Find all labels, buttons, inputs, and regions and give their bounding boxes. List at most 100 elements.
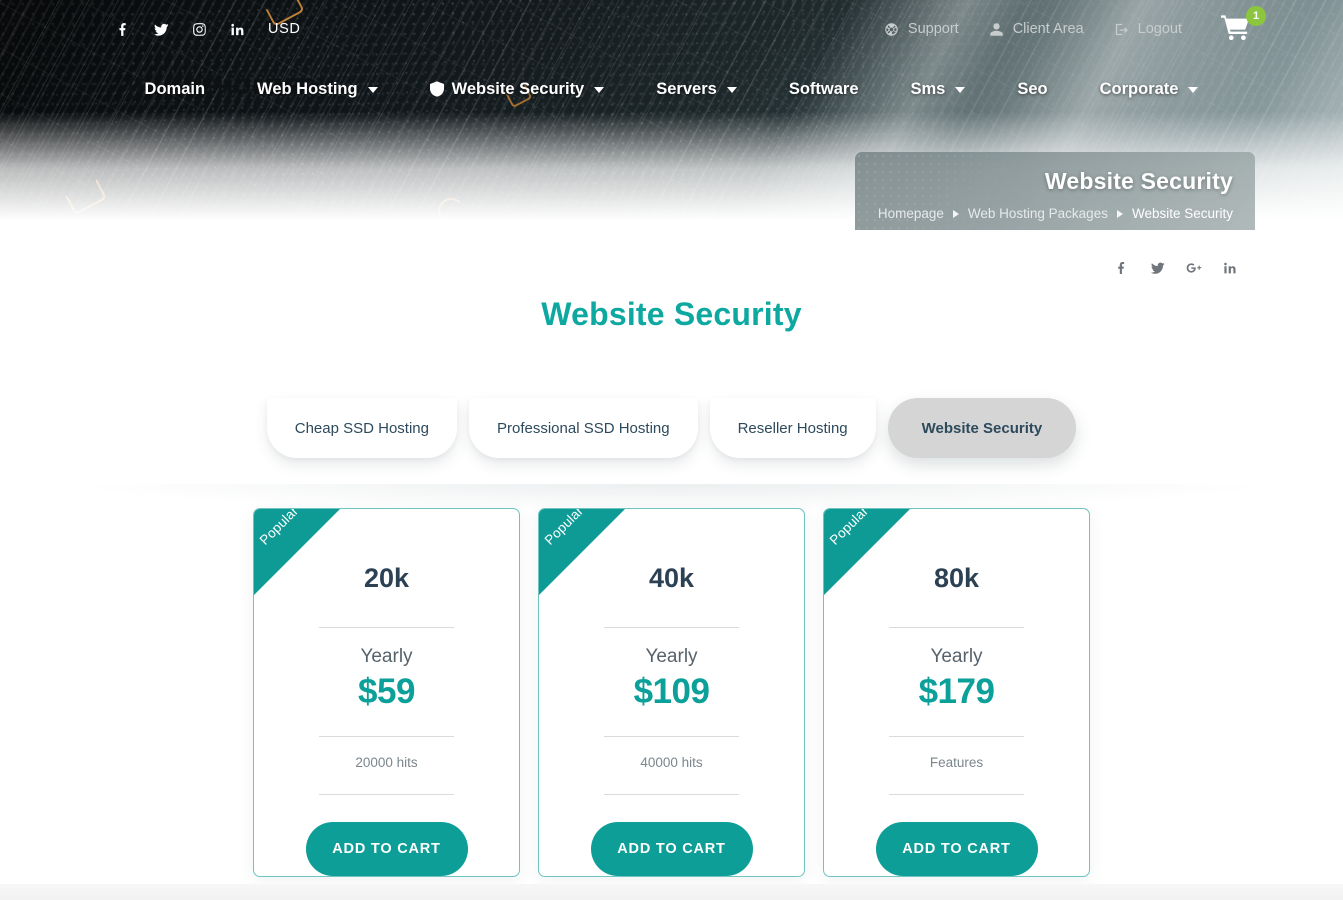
nav-label: Domain	[144, 79, 206, 98]
plan-period: Yearly	[645, 646, 698, 667]
pricing-card: Popular 80k Yearly $179 Features ADD TO …	[823, 508, 1090, 877]
chevron-down-icon	[726, 87, 737, 93]
breadcrumb-item-web-hosting-packages[interactable]: Web Hosting Packages	[968, 206, 1108, 221]
popular-ribbon: Popular	[254, 509, 340, 595]
tab-label: Website Security	[921, 419, 1043, 437]
breadcrumb-panel: Website Security Homepage Web Hosting Pa…	[855, 152, 1255, 230]
pricing-card: Popular 20k Yearly $59 20000 hits ADD TO…	[253, 508, 520, 877]
logout-icon	[1115, 23, 1128, 35]
top-links-group: Support Client Area Logout 1	[869, 6, 1266, 44]
nav-item-servers[interactable]: Servers	[630, 80, 763, 99]
facebook-icon[interactable]	[104, 14, 142, 44]
chevron-down-icon	[367, 87, 378, 93]
client-area-link[interactable]: Client Area	[974, 21, 1099, 37]
linkedin-share-icon[interactable]	[1212, 254, 1248, 282]
top-utility-bar: USD Support Client Area Logout 1	[0, 0, 1343, 58]
plan-price: $59	[358, 672, 415, 711]
card-divider	[604, 627, 739, 628]
card-divider	[604, 794, 739, 795]
page-title: Website Security	[541, 296, 802, 332]
nav-label: Website Security	[451, 79, 585, 98]
nav-label: Servers	[656, 79, 717, 98]
card-divider	[889, 627, 1024, 628]
social-links-group: USD	[104, 14, 300, 44]
hero-panel-title: Website Security	[1044, 168, 1233, 194]
section-divider	[86, 484, 1258, 510]
card-divider	[319, 794, 454, 795]
nav-label: Web Hosting	[257, 79, 358, 98]
plan-period: Yearly	[930, 646, 983, 667]
popular-ribbon: Popular	[539, 509, 625, 595]
chevron-down-icon	[1188, 87, 1199, 93]
popular-ribbon-label: Popular	[826, 509, 872, 548]
footer-strip	[0, 884, 1343, 900]
tab-reseller-hosting[interactable]: Reseller Hosting	[709, 398, 876, 458]
tab-label: Professional SSD Hosting	[497, 419, 670, 437]
instagram-icon[interactable]	[180, 14, 218, 44]
breadcrumb-item-current: Website Security	[1131, 206, 1233, 221]
hero-header: USD Support Client Area Logout 1 [PLACEH…	[0, 0, 1343, 230]
currency-selector[interactable]: USD	[268, 21, 300, 37]
nav-item-web-hosting[interactable]: Web Hosting	[231, 80, 404, 99]
plan-price: $179	[918, 672, 995, 711]
client-area-label: Client Area	[1012, 21, 1084, 37]
tab-professional-ssd-hosting[interactable]: Professional SSD Hosting	[469, 398, 698, 458]
logout-link[interactable]: Logout	[1099, 21, 1197, 37]
plan-quantity: 20k	[363, 563, 410, 593]
pricing-cards: Popular 20k Yearly $59 20000 hits ADD TO…	[0, 508, 1343, 877]
nav-item-sms[interactable]: Sms	[885, 80, 992, 99]
support-label: Support	[907, 21, 959, 37]
nav-item-seo[interactable]: Seo	[991, 80, 1073, 99]
linkedin-icon[interactable]	[218, 14, 256, 44]
card-divider	[889, 736, 1024, 737]
support-link[interactable]: Support	[869, 21, 974, 37]
nav-item-website-security[interactable]: Website Security	[404, 80, 631, 99]
plan-quantity: 80k	[933, 563, 980, 593]
tab-website-security[interactable]: Website Security	[887, 398, 1077, 458]
popular-ribbon: Popular	[824, 509, 910, 595]
plan-quantity: 40k	[648, 563, 695, 593]
plan-feature: Features	[929, 755, 984, 770]
nav-label: Sms	[910, 79, 946, 98]
lifebuoy-icon	[885, 22, 898, 36]
nav-item-software[interactable]: Software	[763, 80, 885, 99]
add-to-cart-button[interactable]: ADD TO CART	[305, 822, 468, 876]
nav-label: Corporate	[1099, 79, 1179, 98]
facebook-share-icon[interactable]	[1104, 254, 1140, 282]
googleplus-share-icon[interactable]	[1176, 254, 1212, 282]
plan-period: Yearly	[360, 646, 413, 667]
popular-ribbon-label: Popular	[256, 509, 302, 548]
cart-button[interactable]: 1	[1221, 6, 1266, 44]
twitter-share-icon[interactable]	[1140, 254, 1176, 282]
main-navigation: Domain Web Hosting Website Security Serv…	[0, 68, 1343, 110]
shield-icon	[429, 81, 444, 97]
cart-count-badge: 1	[1246, 6, 1266, 26]
nav-label: Seo	[1017, 79, 1048, 98]
card-divider	[889, 794, 1024, 795]
user-icon	[989, 22, 1003, 36]
chevron-down-icon	[955, 87, 966, 93]
package-tabs: Cheap SSD Hosting Professional SSD Hosti…	[0, 398, 1343, 458]
tab-label: Reseller Hosting	[737, 419, 848, 437]
chevron-down-icon	[594, 87, 605, 93]
breadcrumb-separator-icon	[952, 209, 959, 218]
nav-item-domain[interactable]: Domain	[119, 80, 232, 99]
social-share-row	[1104, 254, 1248, 282]
card-divider	[319, 627, 454, 628]
card-divider	[319, 736, 454, 737]
breadcrumb-item-homepage[interactable]: Homepage	[878, 206, 944, 221]
tab-label: Cheap SSD Hosting	[294, 419, 429, 437]
pricing-card: Popular 40k Yearly $109 40000 hits ADD T…	[538, 508, 805, 877]
twitter-icon[interactable]	[142, 14, 180, 44]
plan-feature: 40000 hits	[640, 755, 703, 770]
popular-ribbon-label: Popular	[541, 509, 587, 548]
card-divider	[604, 736, 739, 737]
breadcrumb: Homepage Web Hosting Packages Website Se…	[855, 206, 1233, 221]
plan-price: $109	[633, 672, 710, 711]
add-to-cart-button[interactable]: ADD TO CART	[875, 822, 1038, 876]
add-to-cart-button[interactable]: ADD TO CART	[590, 822, 753, 876]
nav-item-corporate[interactable]: Corporate	[1074, 80, 1225, 99]
tab-cheap-ssd-hosting[interactable]: Cheap SSD Hosting	[266, 398, 457, 458]
nav-label: Software	[788, 79, 859, 98]
logout-label: Logout	[1137, 21, 1182, 37]
